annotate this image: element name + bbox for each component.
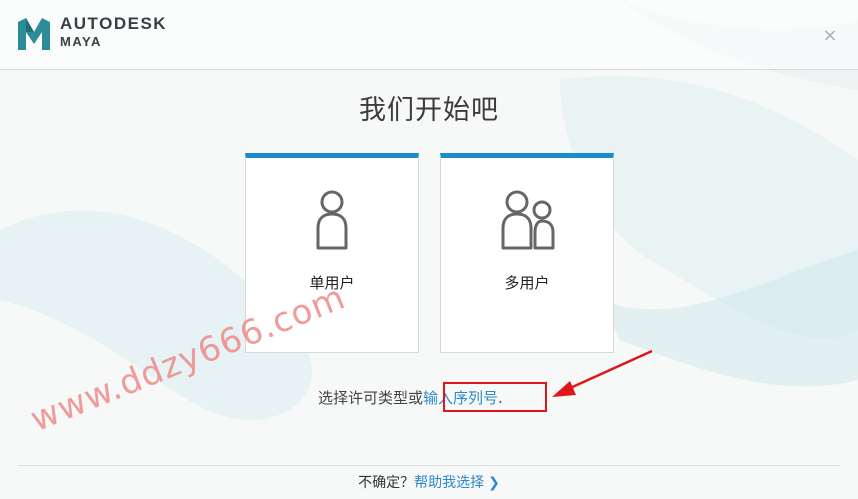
multi-user-label: 多用户 [504,274,550,292]
maya-logo-icon [18,18,50,50]
license-prompt: 选择许可类型或 [318,389,424,407]
background-art [0,0,858,420]
single-user-icon [316,190,348,250]
annotation-highlight-box [443,382,547,412]
product-name: MAYA [60,34,102,49]
close-icon[interactable]: × [822,27,838,45]
multi-user-icon [501,190,555,250]
header-bar: AUTODESK MAYA × [0,0,858,70]
chevron-right-icon[interactable]: ❯ [488,475,500,491]
help-me-choose-link[interactable]: 帮助我选择 [414,475,484,491]
brand-name: AUTODESK [60,14,168,33]
multi-user-card[interactable]: 多用户 [440,153,614,353]
page-title: 我们开始吧 [359,95,499,126]
footer-question: 不确定？ [358,475,415,491]
footer-divider [18,465,840,466]
footer: 不确定？帮助我选择 ❯ [0,472,858,492]
annotation-arrow-icon [552,349,653,397]
